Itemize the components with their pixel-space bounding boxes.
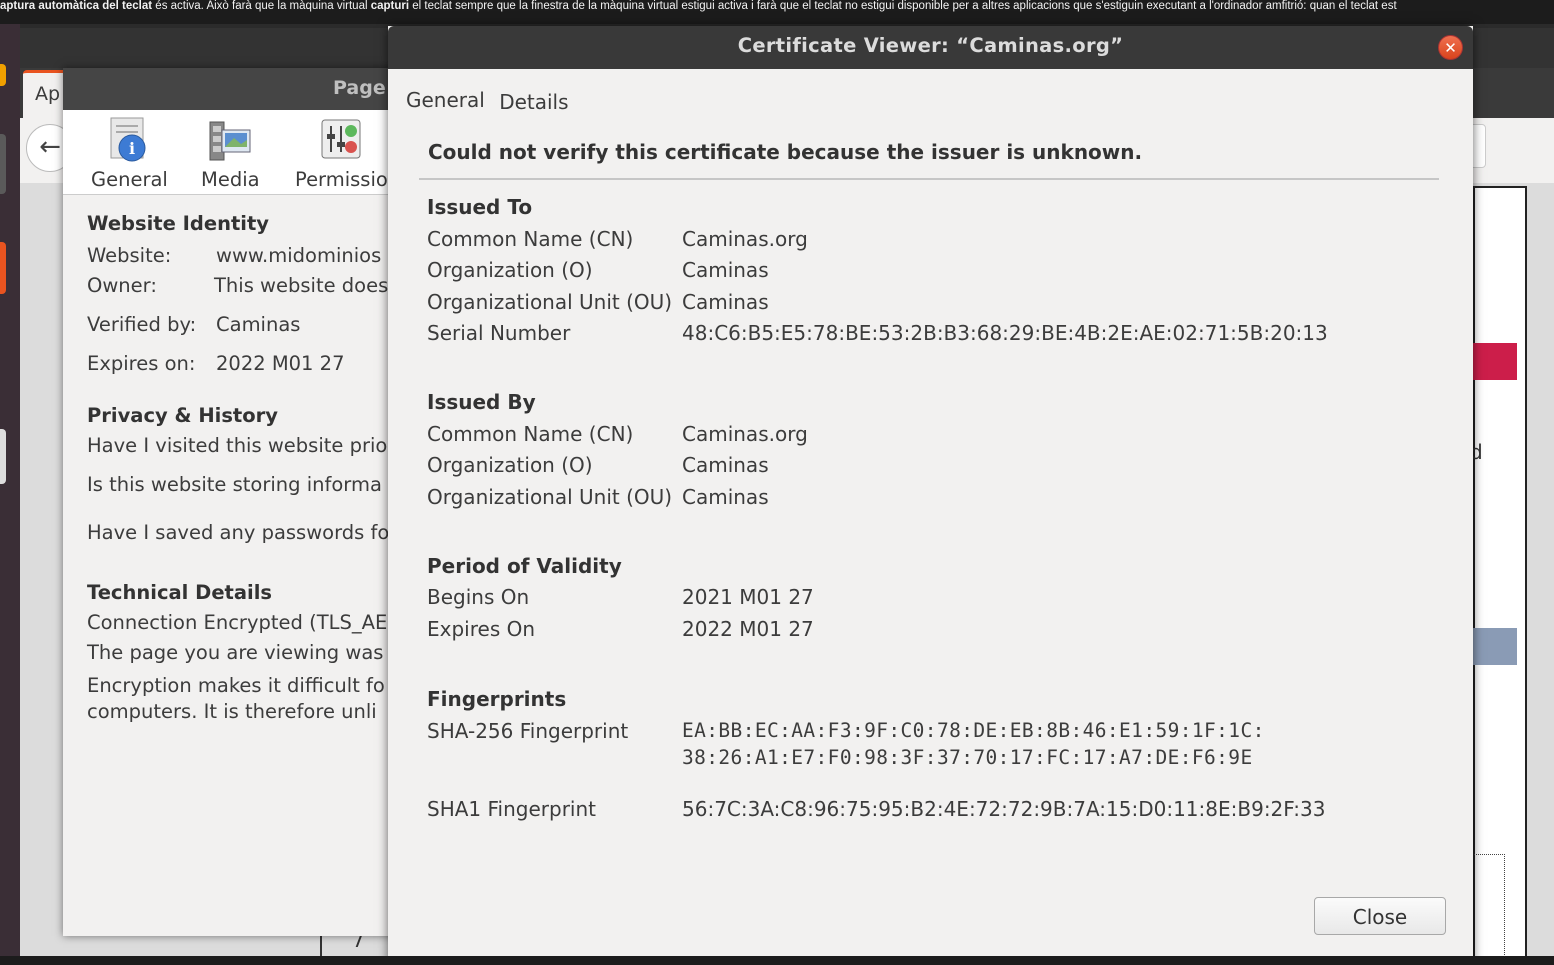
- warning-divider: [419, 178, 1439, 180]
- tab-cert-details[interactable]: Details: [499, 90, 568, 114]
- bottom-taskbar: [0, 956, 1554, 965]
- browser-tab-label: Ap: [35, 83, 61, 105]
- ubuntu-launcher: [0, 24, 20, 959]
- launcher-item-icon[interactable]: [0, 64, 6, 86]
- cert-viewer-titlebar: Certificate Viewer: “Caminas.org” ✕: [388, 26, 1473, 69]
- page-red-banner: [1473, 343, 1517, 380]
- cert-viewer-title: Certificate Viewer: “Caminas.org”: [737, 34, 1124, 57]
- expires-on-label: Expires on:: [87, 352, 196, 375]
- notification-bold-1: aptura automàtica del teclat: [0, 0, 153, 12]
- tab-media[interactable]: Media: [201, 116, 260, 191]
- fingerprints-heading: Fingerprints: [427, 687, 567, 711]
- tab-permissions[interactable]: Permissio: [295, 116, 388, 191]
- expires-on-cert-value: 2022 M01 27: [682, 617, 814, 641]
- page-dotted-box: [1470, 854, 1505, 961]
- page-viewing-text: The page you are viewing was e: [87, 641, 402, 664]
- notification-text-2: el teclat sempre que la finestra de la m…: [409, 0, 1397, 12]
- permissions-icon: [317, 116, 365, 164]
- passwords-question: Have I saved any passwords fo: [87, 521, 390, 544]
- certificate-viewer-dialog: Certificate Viewer: “Caminas.org” ✕ Gene…: [388, 26, 1473, 965]
- website-value: www.midominios: [216, 244, 382, 267]
- page-blue-banner: [1473, 628, 1517, 665]
- sha1-label: SHA1 Fingerprint: [427, 797, 596, 821]
- expires-on-cert-label: Expires On: [427, 617, 536, 641]
- close-button-label: Close: [1352, 905, 1408, 929]
- close-button[interactable]: Close: [1314, 897, 1446, 935]
- close-icon[interactable]: ✕: [1438, 35, 1463, 60]
- owner-label: Owner:: [87, 274, 157, 297]
- sha256-value-line1: EA:BB:EC:AA:F3:9F:C0:78:DE:EB:8B:46:E1:5…: [682, 719, 1265, 742]
- issued-to-ou-label: Organizational Unit (OU): [427, 290, 673, 314]
- sha256-label: SHA-256 Fingerprint: [427, 719, 629, 743]
- page-panel: [1473, 186, 1527, 960]
- tab-permissions-label: Permissio: [295, 168, 388, 191]
- issued-by-ou-value: Caminas: [682, 485, 769, 509]
- vm-notification-bar: aptura automàtica del teclat és activa. …: [0, 0, 1554, 24]
- begins-on-value: 2021 M01 27: [682, 585, 814, 609]
- svg-text:i: i: [129, 139, 135, 158]
- privacy-history-heading: Privacy & History: [87, 404, 278, 427]
- page-info-window: Page i General Media Permissio Website I…: [63, 68, 403, 936]
- issued-by-ou-label: Organizational Unit (OU): [427, 485, 673, 509]
- sha256-value-line2: 38:26:A1:E7:F0:98:3F:37:70:17:FC:17:A7:D…: [682, 746, 1253, 769]
- cert-tabs: General Details: [406, 88, 577, 114]
- issued-to-heading: Issued To: [427, 195, 533, 219]
- tab-media-label: Media: [201, 168, 260, 191]
- page-info-titlebar: Page: [63, 68, 403, 110]
- storing-question: Is this website storing informa: [87, 473, 382, 496]
- visited-question: Have I visited this website prio: [87, 434, 388, 457]
- tab-general-label: General: [91, 168, 168, 191]
- issued-by-cn-value: Caminas.org: [682, 422, 808, 446]
- notification-text-1: és activa. Això farà que la màquina virt…: [152, 0, 371, 12]
- issued-to-o-value: Caminas: [682, 258, 769, 282]
- issued-by-heading: Issued By: [427, 390, 536, 414]
- sha1-value: 56:7C:3A:C8:96:75:95:B2:4E:72:72:9B:7A:1…: [682, 797, 1326, 821]
- serial-number-label: Serial Number: [427, 321, 571, 345]
- validity-heading: Period of Validity: [427, 554, 622, 578]
- website-label: Website:: [87, 244, 172, 267]
- verified-by-label: Verified by:: [87, 313, 197, 336]
- owner-value: This website does: [214, 274, 389, 297]
- connection-encrypted-text: Connection Encrypted (TLS_AE: [87, 611, 388, 634]
- issued-to-cn-label: Common Name (CN): [427, 227, 634, 251]
- encryption-text-1: Encryption makes it difficult fo: [87, 674, 385, 697]
- issued-by-cn-label: Common Name (CN): [427, 422, 634, 446]
- website-identity-heading: Website Identity: [87, 212, 269, 235]
- info-icon: i: [105, 116, 153, 164]
- launcher-item-icon[interactable]: [0, 242, 6, 294]
- issued-by-o-value: Caminas: [682, 453, 769, 477]
- issued-to-ou-value: Caminas: [682, 290, 769, 314]
- page-info-toolbar: i General Media Permissio: [63, 110, 403, 195]
- encryption-text-2: computers. It is therefore unli: [87, 700, 377, 723]
- unverified-warning: Could not verify this certificate becaus…: [428, 140, 1143, 164]
- launcher-item-icon[interactable]: [0, 429, 6, 484]
- notification-bold-2: capturi: [370, 0, 410, 12]
- media-icon: [206, 116, 254, 164]
- serial-number-value: 48:C6:B5:E5:78:BE:53:2B:B3:68:29:BE:4B:2…: [682, 321, 1328, 345]
- page-info-title: Page: [333, 77, 386, 99]
- begins-on-label: Begins On: [427, 585, 530, 609]
- technical-details-heading: Technical Details: [87, 581, 273, 604]
- verified-by-value: Caminas: [216, 313, 301, 336]
- launcher-item-icon[interactable]: [0, 134, 6, 194]
- issued-to-o-label: Organization (O): [427, 258, 593, 282]
- issued-to-cn-value: Caminas.org: [682, 227, 808, 251]
- issued-by-o-label: Organization (O): [427, 453, 593, 477]
- tab-general[interactable]: i General: [91, 116, 168, 191]
- tab-cert-general[interactable]: General: [406, 88, 485, 112]
- expires-on-value: 2022 M01 27: [216, 352, 345, 375]
